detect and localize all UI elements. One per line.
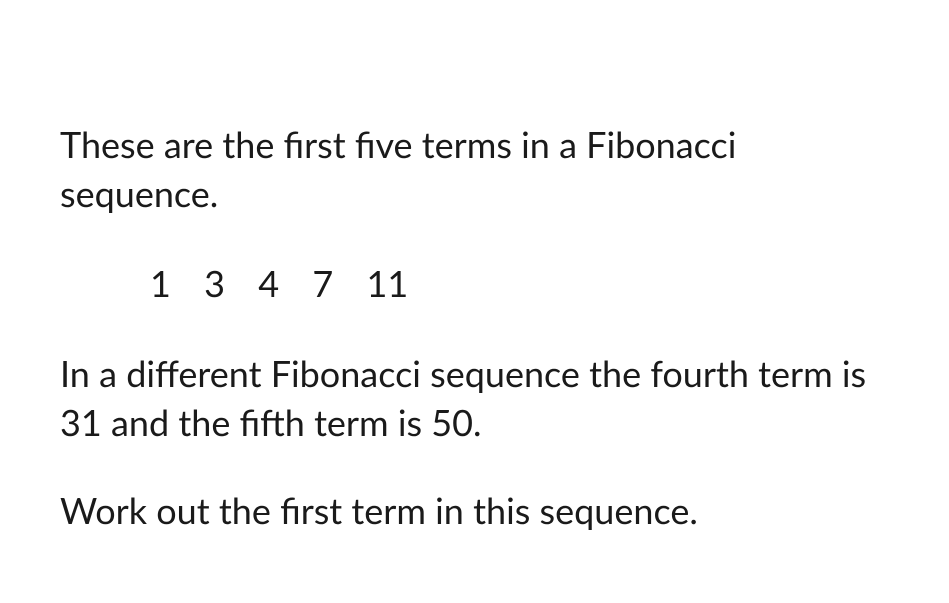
sequence-term: 3: [204, 261, 225, 305]
question-body: These are the first five terms in a Fibo…: [0, 0, 949, 575]
intro-text: These are the first five terms in a Fibo…: [60, 120, 889, 217]
sequence-term: 11: [366, 261, 408, 305]
task-text: Work out the first term in this sequence…: [60, 486, 889, 535]
sequence-term: 1: [150, 261, 171, 305]
fibonacci-sequence: 1 3 4 7 11: [60, 261, 889, 305]
sequence-term: 7: [312, 261, 333, 305]
sequence-term: 4: [258, 261, 279, 305]
condition-text: In a different Fibonacci sequence the fo…: [60, 349, 889, 446]
